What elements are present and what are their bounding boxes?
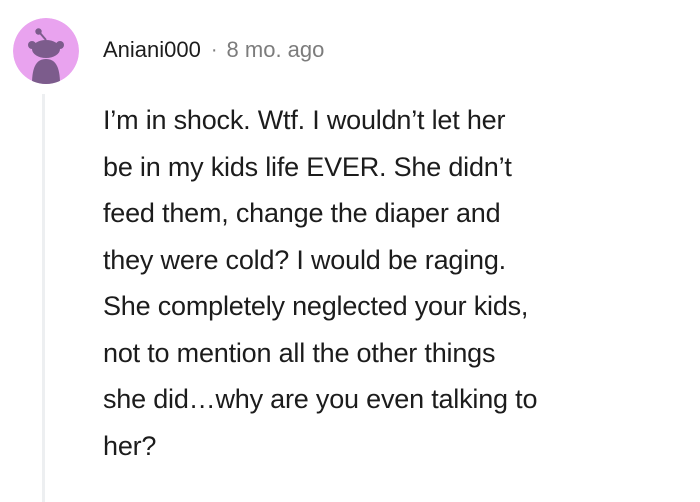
meta-separator: ·	[210, 38, 218, 61]
comment-body-line: She completely neglected your kids,	[103, 291, 529, 321]
username-link[interactable]: Aniani000	[103, 37, 201, 63]
snoo-avatar-icon	[13, 18, 79, 84]
avatar[interactable]	[13, 18, 79, 84]
comment-body-line: feed them, change the diaper and	[103, 198, 501, 228]
comment-body: I’m in shock. Wtf. I wouldn’t let her be…	[103, 97, 693, 469]
comment-body-line: I’m in shock. Wtf. I wouldn’t let her	[103, 105, 506, 135]
comment-body-line: her?	[103, 430, 157, 461]
comment: Aniani000 · 8 mo. ago I’m in shock. Wtf.…	[0, 0, 700, 502]
timestamp[interactable]: 8 mo. ago	[227, 37, 325, 63]
thread-line[interactable]	[42, 94, 45, 502]
comment-body-line: be in my kids life EVER. She didn’t	[103, 151, 512, 182]
comment-body-line: not to mention all the other things	[103, 337, 496, 368]
comment-meta: Aniani000 · 8 mo. ago	[103, 34, 324, 66]
comment-body-line: they were cold? I would be raging.	[103, 244, 506, 275]
comment-body-line: she did…why are you even talking to	[103, 384, 538, 414]
